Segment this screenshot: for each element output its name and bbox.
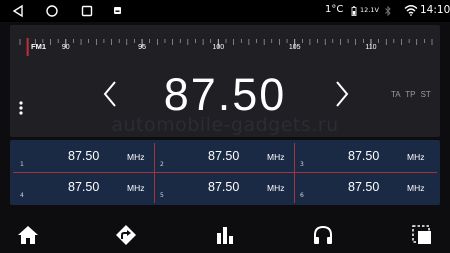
bluetooth-icon (385, 5, 391, 17)
select-region-icon[interactable] (411, 224, 433, 246)
preset-frequency: 87.50 (348, 180, 380, 194)
preset-frequency: 87.50 (348, 149, 380, 163)
scale-label: 95 (138, 44, 146, 51)
preset-unit: MHz (267, 183, 285, 193)
seek-previous-icon[interactable] (102, 80, 118, 108)
preset-unit: MHz (127, 152, 145, 162)
preset-number: 1 (20, 161, 24, 168)
preset-4[interactable]: 4 87.50 MHz (10, 173, 149, 202)
preset-number: 3 (300, 161, 304, 168)
navigation-icon[interactable] (115, 224, 137, 246)
voltage-readout: 12.1V (360, 6, 379, 14)
rds-flags: TA TP ST (391, 90, 431, 99)
preset-frequency: 87.50 (68, 180, 100, 194)
band-label: FM1 (31, 42, 46, 51)
scale-label: 110 (365, 44, 376, 51)
preset-1[interactable]: 1 87.50 MHz (10, 142, 149, 171)
preset-number: 2 (160, 161, 164, 168)
preset-divider-vertical (154, 143, 155, 203)
watermark: automobile-gadgets.ru (111, 114, 339, 136)
notification-icon (114, 7, 121, 14)
preset-frequency: 87.50 (68, 149, 100, 163)
headphones-icon[interactable] (312, 224, 334, 246)
seek-next-icon[interactable] (334, 80, 350, 108)
preset-number: 4 (20, 192, 24, 199)
clock-time: 14:10 (420, 4, 450, 16)
preset-2[interactable]: 2 87.50 MHz (150, 142, 289, 171)
back-triangle-icon[interactable] (11, 4, 25, 18)
preset-number: 5 (160, 192, 164, 199)
preset-number: 6 (300, 192, 304, 199)
preset-divider-horizontal (13, 172, 437, 173)
preset-unit: MHz (407, 183, 425, 193)
preset-frequency: 87.50 (208, 149, 240, 163)
scale-label: 100 (213, 44, 225, 51)
home-circle-icon[interactable] (45, 4, 59, 18)
battery-voltage-icon (351, 6, 357, 16)
current-frequency: 87.50 (163, 69, 287, 120)
recent-apps-square-icon[interactable] (80, 4, 94, 18)
bottom-dock (0, 215, 450, 253)
tuner-needle[interactable] (26, 38, 29, 56)
preset-3[interactable]: 3 87.50 MHz (290, 142, 429, 171)
preset-divider-vertical (294, 143, 295, 203)
preset-6[interactable]: 6 87.50 MHz (290, 173, 429, 202)
status-bar: 1°C 12.1V 14:10 (0, 0, 450, 22)
preset-unit: MHz (127, 183, 145, 193)
preset-unit: MHz (407, 152, 425, 162)
wifi-icon (404, 5, 418, 16)
preset-frequency: 87.50 (208, 180, 240, 194)
frequency-tuner-scale[interactable]: FM1 859095100105110 (10, 29, 440, 65)
scale-label: 90 (62, 44, 70, 51)
home-icon[interactable] (17, 224, 39, 246)
temperature-readout: 1°C (325, 4, 344, 15)
scale-label: 105 (289, 44, 301, 51)
preset-5[interactable]: 5 87.50 MHz (150, 173, 289, 202)
preset-unit: MHz (267, 152, 285, 162)
equalizer-icon[interactable] (214, 224, 236, 246)
